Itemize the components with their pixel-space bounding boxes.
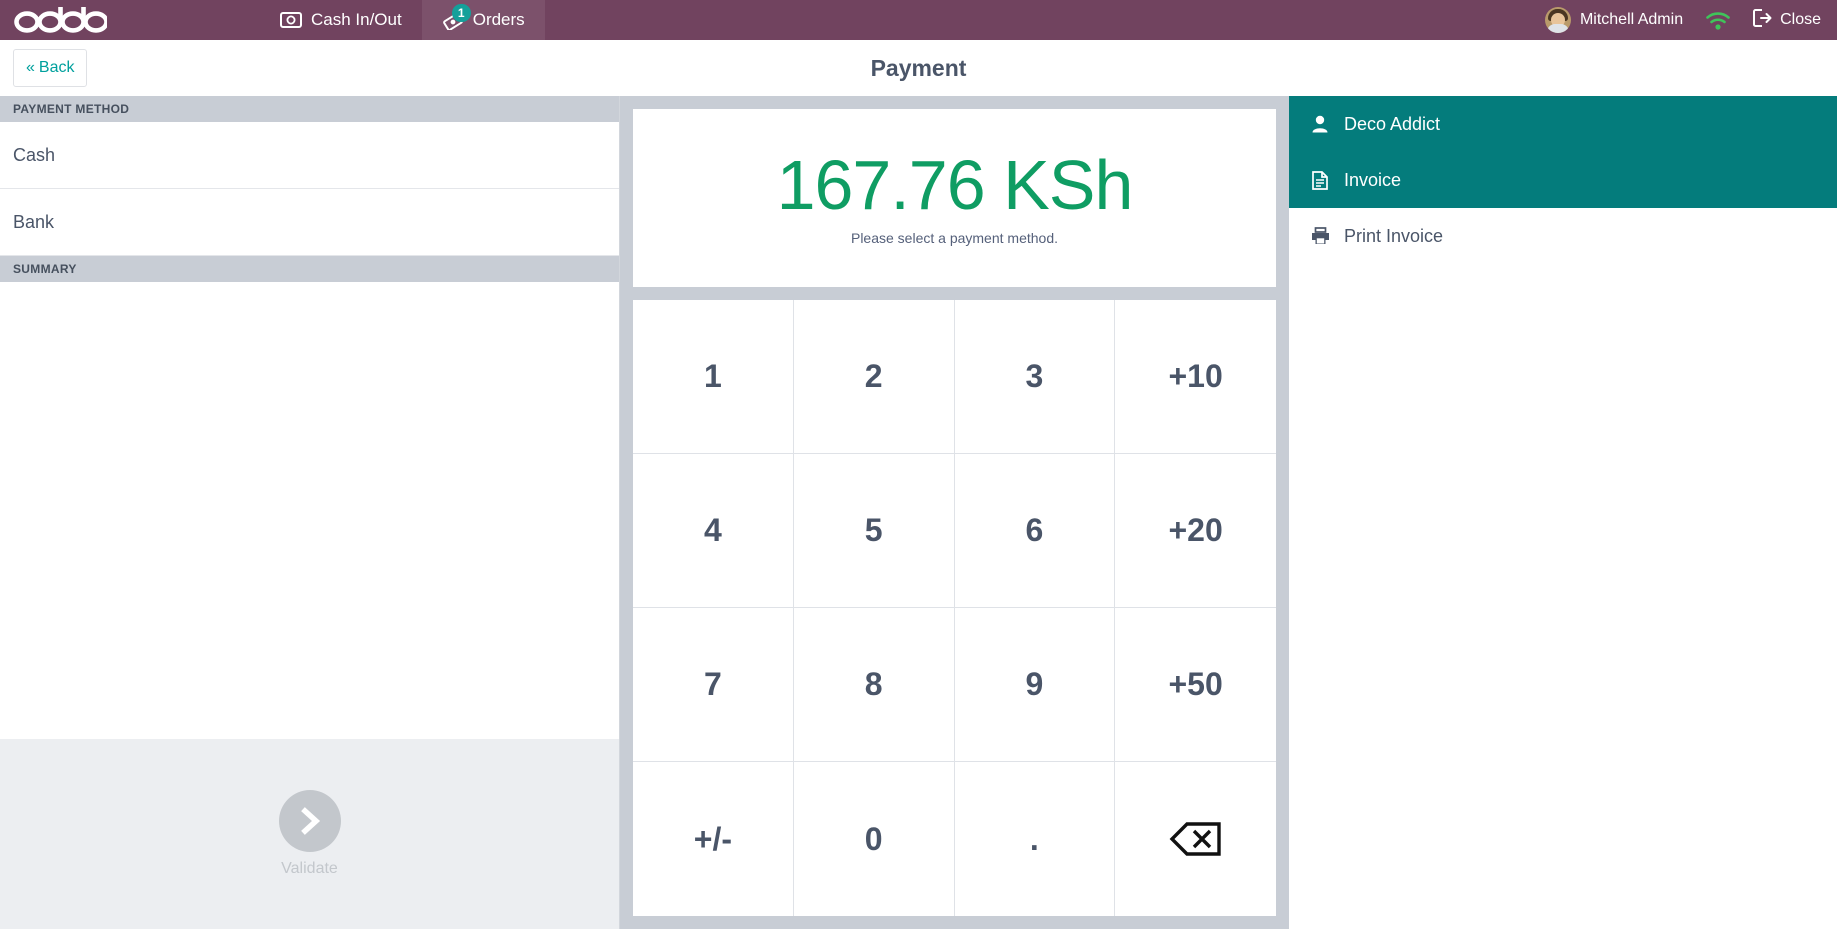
amount-hint: Please select a payment method. xyxy=(850,230,1058,246)
orders-count-badge: 1 xyxy=(451,4,471,22)
banknote-icon xyxy=(280,9,302,31)
payment-method-bank[interactable]: Bank xyxy=(0,189,619,256)
user-icon xyxy=(1310,115,1330,133)
close-label: Close xyxy=(1780,11,1821,28)
wifi-icon xyxy=(1705,11,1731,30)
invoice-toggle[interactable]: Invoice xyxy=(1289,152,1837,208)
numpad-key-5-label: 5 xyxy=(864,512,883,548)
right-panel-filler xyxy=(1289,264,1837,929)
numpad-key-plus-20[interactable]: +20 xyxy=(1115,454,1276,608)
numpad-key-6-label: 6 xyxy=(1025,512,1044,548)
close-button[interactable]: Close xyxy=(1753,8,1821,32)
numpad-key-3[interactable]: 3 xyxy=(954,300,1116,454)
summary-section-header: SUMMARY xyxy=(0,256,619,282)
numpad-key-7-label: 7 xyxy=(703,666,722,702)
numpad-key-1-label: 1 xyxy=(703,358,722,394)
user-menu[interactable]: Mitchell Admin xyxy=(1544,7,1684,33)
main-content: PAYMENT METHOD Cash Bank SUMMARY Validat… xyxy=(0,96,1837,929)
validate-label: Validate xyxy=(281,860,338,877)
avatar xyxy=(1544,7,1571,33)
user-name-label: Mitchell Admin xyxy=(1579,11,1684,28)
customer-name-label: Deco Addict xyxy=(1344,113,1441,134)
printer-icon xyxy=(1310,227,1330,245)
payment-method-cash-label: Cash xyxy=(13,144,56,165)
numpad-key-plus-10-label: +10 xyxy=(1168,358,1223,394)
exit-icon xyxy=(1753,8,1772,32)
receipt-icon: 1 xyxy=(442,4,471,31)
numpad-key-8-label: 8 xyxy=(864,666,883,702)
tab-cash-in-out[interactable]: Cash In/Out xyxy=(260,0,422,40)
tab-orders-label: Orders xyxy=(472,10,525,29)
numpad-key-decimal-label: . xyxy=(1029,820,1039,857)
numpad-key-plus-20-label: +20 xyxy=(1168,512,1223,548)
document-icon xyxy=(1310,170,1330,190)
numpad-key-0[interactable]: 0 xyxy=(793,762,955,916)
payment-center-panel: 167.76 KSh Please select a payment metho… xyxy=(620,96,1289,929)
pos-payment-screen: Cash In/Out 1 Orders Mitchell Admin Clos… xyxy=(0,0,1837,929)
back-button-label: Back xyxy=(38,59,75,76)
topbar-tabs: Cash In/Out 1 Orders xyxy=(260,0,545,40)
numpad-key-2-label: 2 xyxy=(864,358,883,394)
numpad-key-plus-50[interactable]: +50 xyxy=(1115,608,1276,762)
print-invoice-label: Print Invoice xyxy=(1344,225,1444,246)
numpad-key-8[interactable]: 8 xyxy=(793,608,955,762)
numpad-key-sign-toggle[interactable]: +/- xyxy=(633,762,794,916)
numpad-key-plus-50-label: +50 xyxy=(1168,666,1223,702)
payment-methods-panel: PAYMENT METHOD Cash Bank SUMMARY Validat… xyxy=(0,96,620,929)
topbar-right-actions: Mitchell Admin Close xyxy=(1544,0,1837,40)
page-title: Payment xyxy=(870,54,967,81)
numpad-key-plus-10[interactable]: +10 xyxy=(1115,300,1276,454)
print-invoice-button[interactable]: Print Invoice xyxy=(1289,208,1837,264)
numpad-key-sign-toggle-label: +/- xyxy=(693,820,732,857)
customer-button[interactable]: Deco Addict xyxy=(1289,96,1837,152)
numpad-key-2[interactable]: 2 xyxy=(793,300,955,454)
numpad-key-5[interactable]: 5 xyxy=(793,454,955,608)
numpad-key-1[interactable]: 1 xyxy=(633,300,794,454)
numpad-key-0-label: 0 xyxy=(864,820,883,857)
back-button[interactable]: « Back xyxy=(13,49,88,87)
tab-orders[interactable]: 1 Orders xyxy=(421,0,545,40)
numpad-key-backspace[interactable] xyxy=(1115,762,1276,916)
payment-method-bank-label: Bank xyxy=(13,211,55,232)
sub-header: « Back Payment xyxy=(0,40,1837,96)
payment-method-cash[interactable]: Cash xyxy=(0,122,619,189)
chevron-right-icon xyxy=(278,790,341,852)
amount-display: 167.76 KSh Please select a payment metho… xyxy=(633,109,1276,287)
numpad-key-4[interactable]: 4 xyxy=(633,454,794,608)
invoice-label: Invoice xyxy=(1344,169,1402,190)
numpad: 1 2 3 +10 4 5 6 +20 7 8 9 +50 +/- 0 . xyxy=(633,300,1276,916)
numpad-key-6[interactable]: 6 xyxy=(954,454,1116,608)
numpad-key-4-label: 4 xyxy=(703,512,722,548)
order-actions-panel: Deco Addict Invoice Print Invoice xyxy=(1289,96,1837,929)
numpad-key-decimal[interactable]: . xyxy=(954,762,1116,916)
numpad-key-3-label: 3 xyxy=(1025,358,1044,394)
double-chevron-left-icon: « xyxy=(26,59,35,76)
numpad-key-7[interactable]: 7 xyxy=(633,608,794,762)
backspace-icon xyxy=(1169,820,1223,858)
tab-cash-in-out-label: Cash In/Out xyxy=(311,10,402,29)
summary-body xyxy=(0,282,619,739)
numpad-key-9-label: 9 xyxy=(1025,666,1044,702)
payment-method-list: Cash Bank xyxy=(0,122,619,256)
odoo-logo[interactable] xyxy=(0,0,180,40)
payment-method-section-header: PAYMENT METHOD xyxy=(0,96,619,122)
numpad-key-9[interactable]: 9 xyxy=(954,608,1116,762)
amount-value: 167.76 KSh xyxy=(776,146,1134,224)
validate-button[interactable]: Validate xyxy=(0,739,619,929)
top-navigation-bar: Cash In/Out 1 Orders Mitchell Admin Clos… xyxy=(0,0,1837,40)
